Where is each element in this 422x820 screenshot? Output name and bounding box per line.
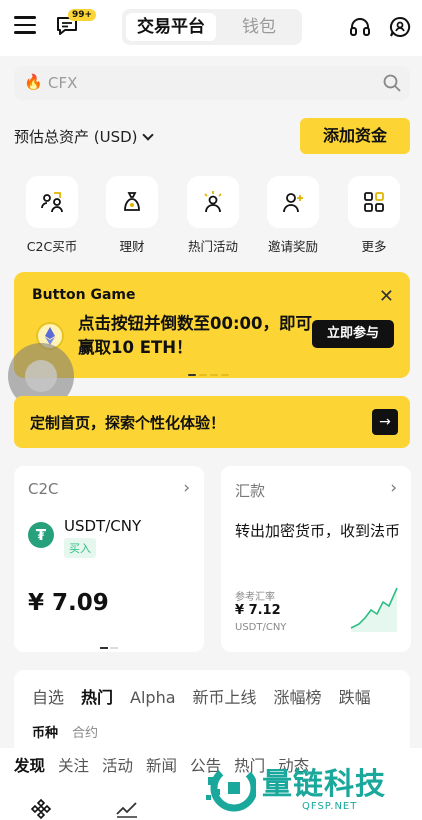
bulb-person-icon [204, 191, 222, 213]
rate-pair: USDT/CNY [235, 622, 287, 633]
c2c-card-title: C2C [28, 480, 59, 498]
add-funds-button[interactable]: 添加资金 [300, 118, 410, 154]
home-logo-icon[interactable] [30, 798, 52, 820]
quick-action-more[interactable]: 更多 [346, 176, 402, 255]
chevron-right-icon: › [390, 478, 397, 498]
add-user-icon [283, 193, 303, 213]
sub-tab-coin[interactable]: 币种 [32, 722, 58, 741]
remit-card[interactable]: 汇款 › 转出加密货币，收到法币 参考汇率 ¥ 7.12 USDT/CNY [221, 466, 411, 652]
rate-value: ¥ 7.12 [235, 603, 281, 618]
feed-tab[interactable]: 活动 [102, 754, 133, 776]
watermark-domain: QFSP.NET [302, 801, 358, 812]
chevron-right-icon: › [183, 478, 190, 498]
rate-label: 参考汇率 [235, 592, 275, 603]
market-tab[interactable]: 跌幅 [339, 684, 371, 708]
top-bar: 99+ 交易平台 钱包 [0, 0, 422, 56]
market-tab[interactable]: 涨幅榜 [274, 684, 322, 708]
remit-description: 转出加密货币，收到法币 [235, 522, 401, 540]
buy-tag: 买入 [64, 538, 96, 558]
arrow-right-icon[interactable]: → [372, 409, 398, 435]
market-tab[interactable]: Alpha [130, 688, 176, 707]
tether-icon: ₮ [28, 522, 54, 548]
market-tab-active[interactable]: 热门 [81, 684, 113, 708]
feed-tab[interactable]: 新闻 [146, 754, 177, 776]
grid-icon [364, 192, 384, 212]
banner-text: 点击按钮并倒数至00:00，即可赢取10 ETH！ [78, 314, 313, 357]
tab-wallet[interactable]: 钱包 [220, 13, 298, 41]
join-now-button[interactable]: 立即参与 [312, 320, 394, 348]
watermark-logo-icon [206, 764, 256, 812]
page-indicator [100, 634, 120, 653]
watermark: 量链科技 QFSP.NET [204, 757, 416, 817]
estimated-assets[interactable]: 预估总资产 (USD) [14, 126, 154, 147]
quick-action-invite[interactable]: 邀请奖励 [265, 176, 321, 255]
money-bag-icon [124, 192, 140, 211]
feed-tab-active[interactable]: 发现 [14, 754, 45, 776]
quick-action-label: 热门活动 [187, 239, 238, 254]
platform-switcher: 交易平台 钱包 [122, 9, 302, 45]
close-icon[interactable]: ✕ [379, 286, 394, 307]
quick-action-label: C2C买币 [26, 239, 78, 254]
customize-text: 定制首页，探索个性化体验！ [30, 414, 226, 432]
customize-banner[interactable]: 定制首页，探索个性化体验！ → [14, 396, 410, 448]
markets-chart-icon[interactable] [115, 798, 139, 818]
profile-icon[interactable] [388, 15, 412, 39]
trend-sparkline [350, 587, 398, 632]
chevron-down-icon [141, 129, 154, 141]
market-sub-tabs: 币种 合约 [32, 722, 112, 741]
promo-banner[interactable]: Button Game ✕ 点击按钮并倒数至00:00，即可赢取10 ETH！ … [14, 272, 410, 378]
remit-card-title: 汇款 [235, 482, 266, 500]
c2c-price: ¥ 7.09 [28, 590, 109, 616]
quick-action-earn[interactable]: 理财 [104, 176, 160, 255]
search-icon[interactable] [382, 73, 402, 93]
pair-label: USDT/CNY [64, 517, 142, 535]
quick-action-c2c[interactable]: C2C买币 [24, 176, 80, 255]
c2c-card[interactable]: C2C › ₮ USDT/CNY 买入 ¥ 7.09 [14, 466, 204, 652]
fire-icon: 🔥 [24, 73, 43, 91]
c2c-people-icon [41, 192, 63, 213]
search-bar[interactable]: 🔥 CFX [14, 66, 410, 100]
notification-badge: 99+ [68, 9, 97, 21]
quick-action-events[interactable]: 热门活动 [185, 176, 241, 255]
quick-action-label: 邀请奖励 [267, 239, 318, 254]
feed-tab[interactable]: 关注 [58, 754, 89, 776]
market-tab[interactable]: 新币上线 [193, 684, 257, 708]
headset-icon[interactable] [349, 16, 371, 38]
estimated-assets-label: 预估总资产 (USD) [14, 128, 138, 146]
sub-tab-futures[interactable]: 合约 [72, 722, 98, 741]
search-placeholder: CFX [48, 74, 78, 92]
market-tabs: 自选 热门 Alpha 新币上线 涨幅榜 跌幅 [32, 684, 388, 708]
quick-action-label: 更多 [361, 239, 387, 254]
market-tab[interactable]: 自选 [32, 684, 64, 708]
banner-title: Button Game [32, 287, 136, 303]
tab-exchange[interactable]: 交易平台 [126, 13, 216, 41]
market-section: 自选 热门 Alpha 新币上线 涨幅榜 跌幅 币种 合约 [14, 670, 410, 750]
menu-icon[interactable] [14, 16, 36, 34]
carousel-indicator [188, 361, 232, 380]
quick-action-label: 理财 [119, 239, 145, 254]
watermark-text: 量链科技 [262, 767, 386, 802]
